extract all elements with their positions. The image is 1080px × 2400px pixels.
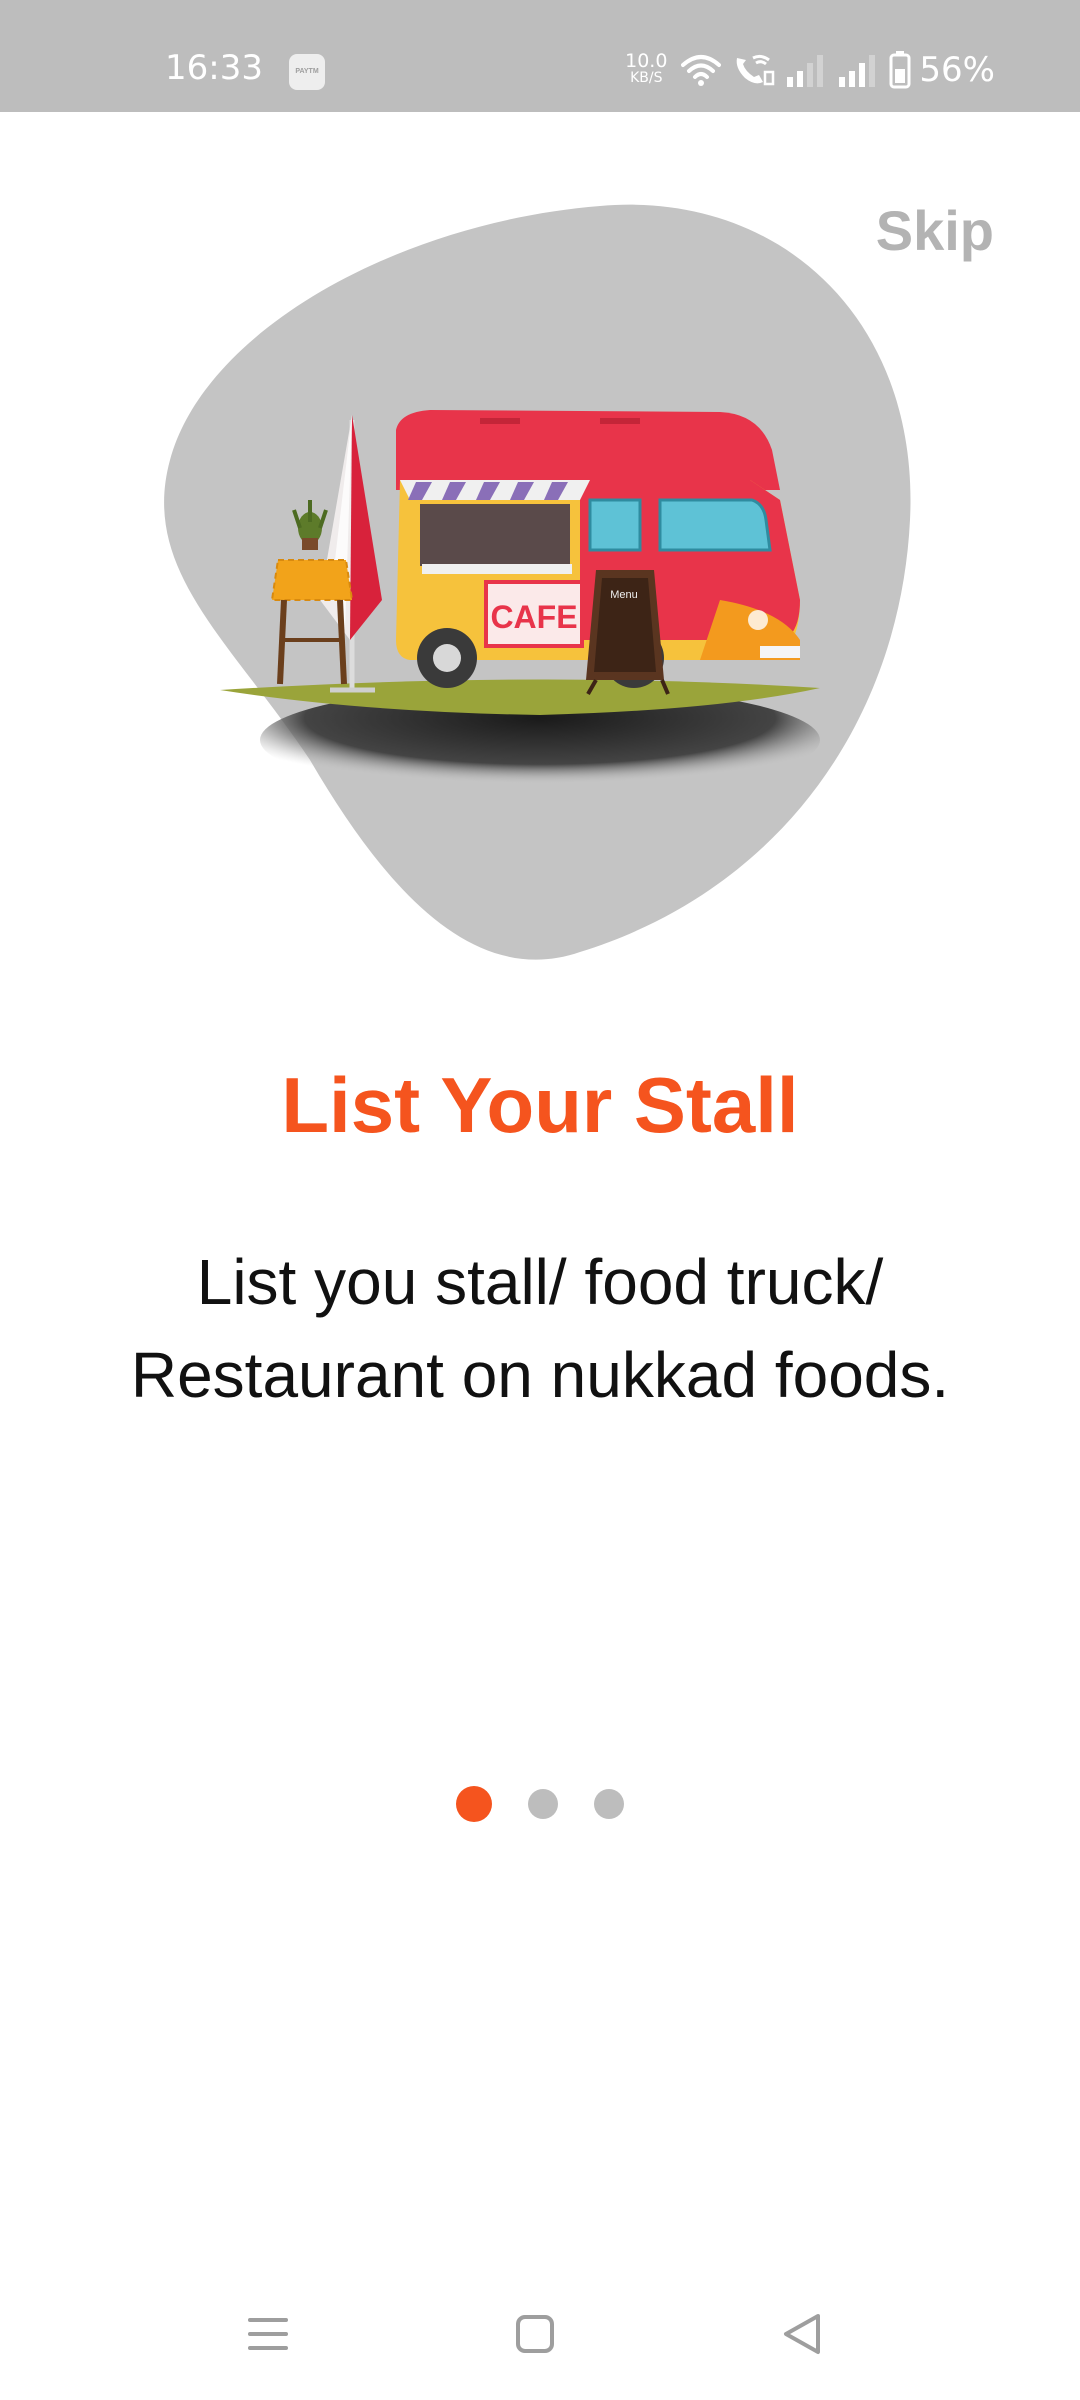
paytm-notification-icon: PAYTM: [289, 54, 325, 90]
status-icons: 10.0 KB/S 56%: [625, 46, 995, 94]
page-dot-3[interactable]: [594, 1789, 624, 1819]
menu-icon[interactable]: [238, 2304, 298, 2364]
network-speed-value: 10.0: [625, 50, 668, 72]
battery-icon: [889, 51, 911, 89]
onboarding-description: List you stall/ food truck/ Restaurant o…: [130, 1246, 950, 1411]
status-time: 16:33: [165, 48, 263, 88]
wifi-call-icon: [737, 54, 775, 86]
home-square-icon[interactable]: [505, 2304, 565, 2364]
status-bar: 16:33 PAYTM 10.0 KB/S 56%: [0, 0, 1080, 112]
menu-board-text: Menu: [610, 589, 638, 601]
signal-icon: [787, 55, 824, 87]
wifi-icon: [681, 55, 722, 86]
network-speed-unit: KB/S: [630, 70, 663, 86]
network-speed: 10.0 KB/S: [625, 50, 668, 87]
page-dot-2[interactable]: [528, 1789, 558, 1819]
back-triangle-icon[interactable]: [772, 2304, 832, 2364]
onboarding-screen: 16:33 PAYTM 10.0 KB/S 56% Skip CAFE Menu…: [0, 0, 1080, 2400]
system-nav-bar: [0, 2290, 1080, 2380]
battery-percentage: 56%: [919, 50, 995, 90]
signal-icon: [839, 55, 876, 87]
onboarding-title: List Your Stall: [281, 1061, 799, 1149]
page-indicator: [0, 1786, 1080, 1822]
page-dot-1[interactable]: [456, 1786, 492, 1822]
cafe-sign-text: CAFE: [490, 599, 577, 635]
food-truck-illustration: CAFE Menu: [164, 204, 911, 960]
